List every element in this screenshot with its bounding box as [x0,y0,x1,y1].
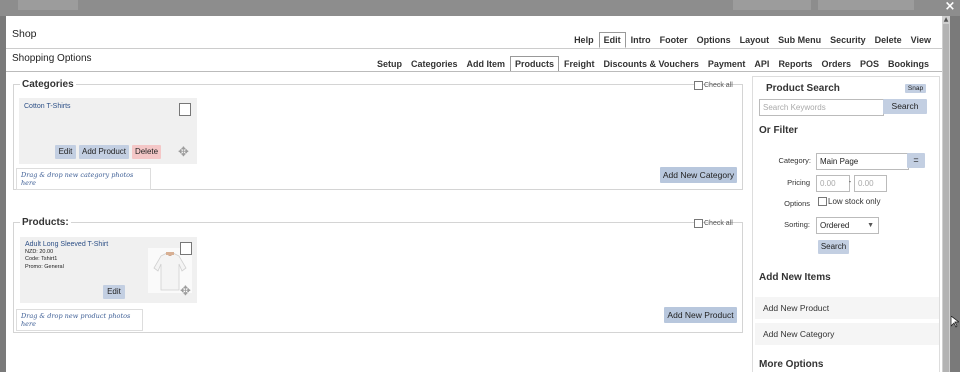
products-title: Products: [22,217,69,228]
move-arrows-icon[interactable]: ✥ [180,285,191,298]
tab-bookings[interactable]: Bookings [884,57,933,71]
category-select-checkbox[interactable] [179,103,191,116]
check-all-label: Check all [704,82,733,89]
sorting-label: Sorting: [784,220,810,229]
add-new-product-link[interactable]: Add New Product [755,297,939,320]
more-options-title: More Options [759,359,824,370]
menu-security[interactable]: Security [826,33,870,47]
menu-sub-menu[interactable]: Sub Menu [774,33,825,47]
categories-check-all[interactable]: Check all [694,81,733,90]
background-tab [733,0,811,10]
product-search-panel: Product Search Snap Search Or Filter Cat… [752,76,940,372]
product-select-checkbox[interactable] [180,242,192,255]
category-delete-button[interactable]: Delete [132,145,161,159]
price-min-input[interactable] [816,175,850,192]
cursor-glyph [950,315,960,328]
products-check-all[interactable]: Check all [694,219,733,228]
menu-intro[interactable]: Intro [627,33,655,47]
top-menu: Help Edit Intro Footer Options Layout Sub Menu… [569,32,935,48]
menu-view[interactable]: View [907,33,935,47]
tab-reports[interactable]: Reports [774,57,816,71]
pricing-label: Pricing [787,178,810,187]
search-keywords-input[interactable] [759,99,884,116]
options-label: Options [784,199,810,208]
background-toolbar [0,0,960,16]
tab-products[interactable]: Products [510,56,560,72]
section-title: Shopping Options [12,53,92,64]
checkbox-icon[interactable] [694,219,703,228]
low-stock-label: Low stock only [828,197,881,206]
divider [6,48,942,49]
tab-discounts-vouchers[interactable]: Discounts & Vouchers [600,57,703,71]
menu-options[interactable]: Options [693,33,735,47]
move-arrows-icon[interactable]: ✥ [178,146,189,159]
menu-delete[interactable]: Delete [871,33,906,47]
categories-title: Categories [22,79,74,90]
product-drop-zone[interactable]: Drag & drop new product photos here [16,309,143,331]
checkbox-icon[interactable] [694,81,703,90]
product-edit-button[interactable]: Edit [103,285,125,299]
close-icon[interactable]: × [941,0,959,14]
tab-categories[interactable]: Categories [407,57,462,71]
tab-orders[interactable]: Orders [817,57,855,71]
add-new-category-button[interactable]: Add New Category [660,167,737,183]
mouse-pointer-icon [950,315,960,332]
menu-edit[interactable]: Edit [598,32,626,48]
filter-search-button[interactable]: Search [818,240,849,254]
background-tab [18,0,78,10]
tab-setup[interactable]: Setup [373,57,406,71]
sorting-select[interactable]: Ordered ▼ [816,217,879,234]
tab-freight[interactable]: Freight [560,57,599,71]
checkbox-icon[interactable] [818,197,827,206]
check-all-label: Check all [704,220,733,227]
scrollbar[interactable]: ▲ [942,16,950,372]
scrollbar-thumb[interactable] [943,24,949,372]
sorting-value: Ordered [820,221,850,230]
app-title: Shop [12,28,37,40]
menu-help[interactable]: Help [570,33,598,47]
product-info: Adult Long Sleeved T-Shirt NZD: 20.00 Co… [25,241,108,271]
tab-api[interactable]: API [750,57,773,71]
add-new-product-button[interactable]: Add New Product [664,307,737,323]
product-tile[interactable]: Adult Long Sleeved T-Shirt NZD: 20.00 Co… [20,237,197,303]
add-new-category-link[interactable]: Add New Category [755,323,939,346]
category-tile[interactable]: Cotton T-Shirts Edit Add Product Delete … [19,98,197,164]
product-promo: Promo: General [25,263,64,270]
divider [6,71,942,72]
tab-pos[interactable]: POS [856,57,883,71]
product-code: Code: Tshirt1 [25,256,58,262]
or-filter-title: Or Filter [759,125,798,136]
background-tab [818,0,914,10]
menu-footer[interactable]: Footer [656,33,692,47]
add-product-button[interactable]: Add Product [79,145,129,159]
add-new-items-title: Add New Items [759,272,831,283]
low-stock-option[interactable]: Low stock only [818,197,880,206]
menu-layout[interactable]: Layout [736,33,774,47]
category-name[interactable]: Cotton T-Shirts [24,103,71,110]
snap-button[interactable]: Snap [905,84,926,93]
product-price: NZD: 20.00 [25,248,54,255]
price-separator: - [848,177,852,186]
tab-add-item[interactable]: Add Item [463,57,510,71]
shop-dialog: Shop Help Edit Intro Footer Options Layout Sub… [6,16,942,372]
price-max-input[interactable] [854,175,887,192]
keyword-search-button[interactable]: Search [883,99,927,114]
category-equals-button[interactable]: = [907,153,925,168]
shopping-subnav: Setup Categories Add Item Products Freight Di… [372,56,933,72]
scroll-up-icon[interactable]: ▲ [942,16,950,23]
category-select[interactable] [816,153,909,170]
product-search-title: Product Search [766,83,840,94]
category-drop-zone[interactable]: Drag & drop new category photos here [16,168,151,190]
category-label: Category: [778,156,811,165]
tab-payment[interactable]: Payment [704,57,750,71]
product-name[interactable]: Adult Long Sleeved T-Shirt [25,241,108,249]
category-edit-button[interactable]: Edit [55,145,76,159]
chevron-down-icon[interactable]: ▼ [867,218,874,233]
